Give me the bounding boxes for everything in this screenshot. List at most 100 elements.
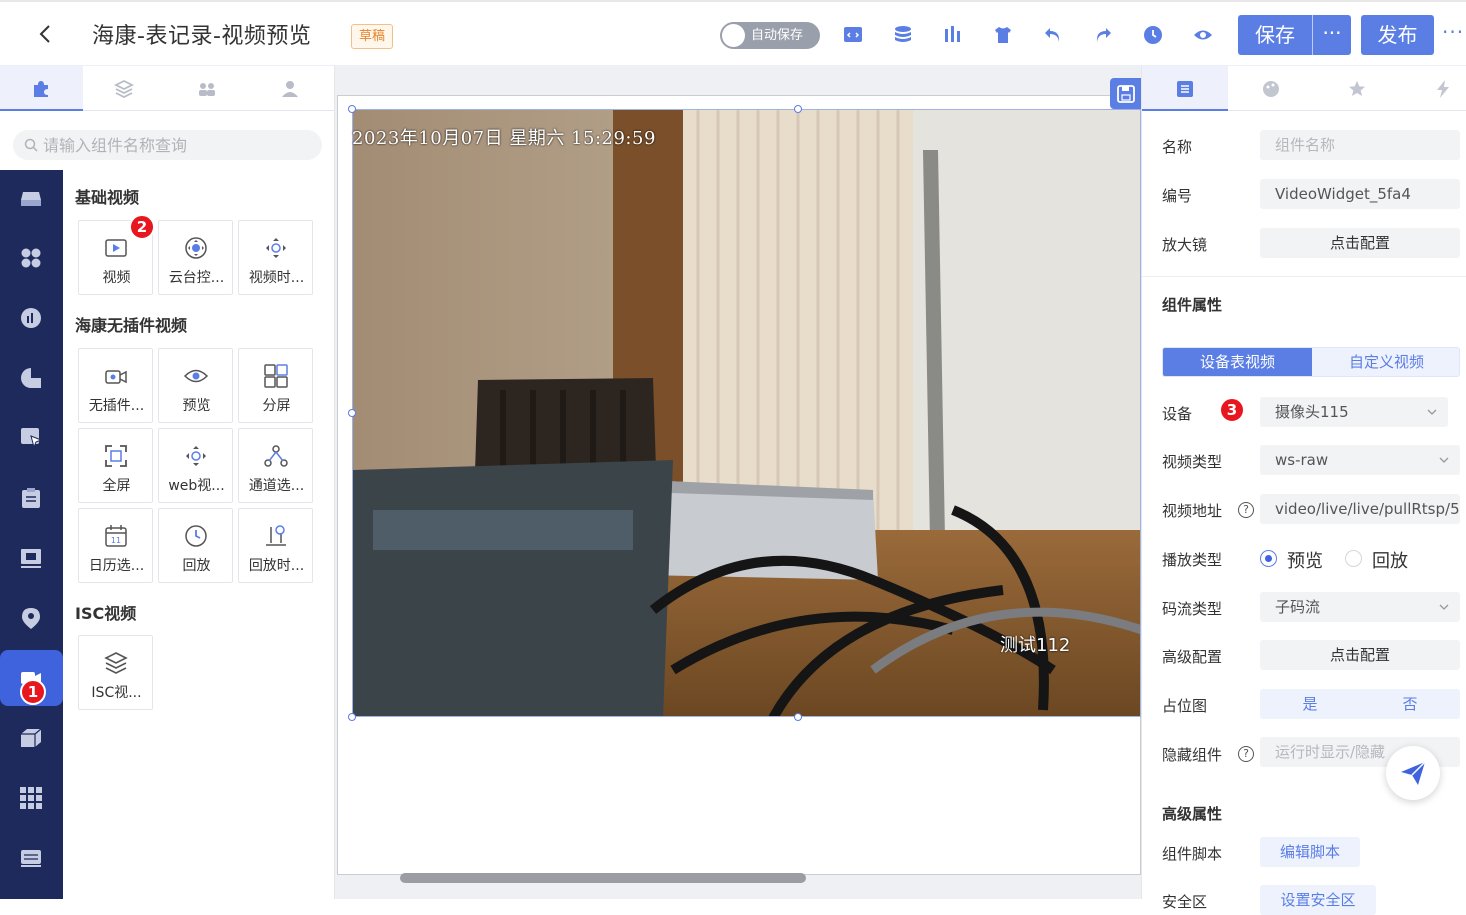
code-view-icon[interactable] bbox=[842, 24, 864, 46]
magnifier-config-button[interactable]: 点击配置 bbox=[1260, 228, 1460, 258]
video-type-select[interactable]: ws-raw bbox=[1260, 445, 1460, 475]
resize-handle-n[interactable] bbox=[794, 105, 802, 113]
tab-style[interactable] bbox=[1228, 66, 1314, 111]
toggle-knob bbox=[722, 24, 745, 47]
radio-playback-label: 回放 bbox=[1372, 551, 1408, 572]
device-select-value: 摄像头115 bbox=[1275, 403, 1349, 421]
more-menu-icon[interactable]: ··· bbox=[1442, 20, 1464, 44]
tab-components[interactable] bbox=[0, 66, 83, 111]
tab-layers[interactable] bbox=[83, 66, 166, 111]
advanced-config-button[interactable]: 点击配置 bbox=[1260, 640, 1460, 670]
component-label: ISC视... bbox=[91, 685, 142, 701]
step-badge-1: 1 bbox=[20, 679, 46, 705]
help-icon[interactable]: ? bbox=[1238, 502, 1254, 518]
preview-icon[interactable] bbox=[1192, 24, 1214, 46]
component-card-playback-time[interactable]: 回放时... bbox=[238, 508, 313, 583]
option-no[interactable]: 否 bbox=[1360, 689, 1460, 719]
stream-type-select[interactable]: 子码流 bbox=[1260, 592, 1460, 622]
video-address-input[interactable]: video/live/live/pullRtsp/57 bbox=[1260, 494, 1460, 524]
redo-icon[interactable] bbox=[1092, 24, 1114, 46]
nav-location[interactable] bbox=[0, 590, 63, 646]
search-input[interactable] bbox=[43, 130, 313, 160]
video-address-label: 视频地址 bbox=[1162, 502, 1223, 520]
canvas-horizontal-scrollbar[interactable] bbox=[400, 873, 806, 883]
nav-cube[interactable] bbox=[0, 710, 63, 766]
video-type-value: ws-raw bbox=[1275, 451, 1329, 469]
option-yes[interactable]: 是 bbox=[1260, 689, 1360, 719]
send-fab[interactable] bbox=[1386, 746, 1440, 800]
database-icon[interactable] bbox=[892, 24, 914, 46]
nav-pie[interactable] bbox=[0, 350, 63, 406]
nav-storage[interactable] bbox=[0, 170, 63, 226]
nav-screen[interactable] bbox=[0, 530, 63, 586]
tab-properties[interactable] bbox=[1142, 66, 1228, 111]
segment-device-video[interactable]: 设备表视频 bbox=[1163, 348, 1312, 376]
calendar-icon: 11 bbox=[105, 525, 127, 547]
component-label: web视... bbox=[168, 478, 225, 494]
play-type-label: 播放类型 bbox=[1162, 551, 1223, 569]
script-label: 组件脚本 bbox=[1162, 845, 1223, 863]
component-card-playback[interactable]: 回放 bbox=[158, 508, 233, 583]
hide-component-label: 隐藏组件 bbox=[1162, 746, 1223, 764]
nav-clipboard[interactable] bbox=[0, 470, 63, 526]
segment-custom-video[interactable]: 自定义视频 bbox=[1312, 348, 1459, 376]
tab-favorite[interactable] bbox=[1314, 66, 1400, 111]
help-icon[interactable]: ? bbox=[1238, 746, 1254, 762]
nav-chart[interactable] bbox=[0, 290, 63, 346]
camera-icon bbox=[105, 370, 127, 384]
component-card-web-video[interactable]: web视... bbox=[158, 428, 233, 503]
component-card-ptz[interactable]: 云台控... bbox=[158, 220, 233, 295]
tab-team[interactable] bbox=[166, 66, 249, 111]
chart-icon[interactable] bbox=[942, 24, 964, 46]
component-card-video-time[interactable]: 视频时... bbox=[238, 220, 313, 295]
nav-grid[interactable] bbox=[0, 770, 63, 826]
pointer-icon bbox=[21, 428, 43, 449]
resize-handle-s[interactable] bbox=[794, 713, 802, 721]
id-input[interactable]: VideoWidget_5fa4 bbox=[1260, 179, 1460, 209]
back-icon[interactable] bbox=[34, 22, 58, 46]
resize-handle-sw[interactable] bbox=[348, 713, 356, 721]
theme-icon[interactable] bbox=[992, 24, 1014, 46]
component-card-split[interactable]: 分屏 bbox=[238, 348, 313, 423]
name-input[interactable]: 组件名称 bbox=[1260, 130, 1460, 160]
nav-pointer[interactable] bbox=[0, 410, 63, 466]
video-widget[interactable] bbox=[352, 109, 1141, 717]
apps-icon bbox=[21, 248, 41, 268]
radio-preview[interactable] bbox=[1260, 550, 1277, 567]
component-card-preview[interactable]: 预览 bbox=[158, 348, 233, 423]
edit-script-button[interactable]: 编辑脚本 bbox=[1260, 837, 1360, 867]
autosave-toggle[interactable]: 自动保存 bbox=[720, 22, 820, 49]
component-card-fullscreen[interactable]: 全屏 bbox=[78, 428, 153, 503]
user-icon bbox=[282, 81, 298, 97]
tab-events[interactable] bbox=[1400, 66, 1466, 111]
save-button[interactable]: 保存 bbox=[1238, 15, 1312, 55]
publish-button[interactable]: 发布 bbox=[1361, 15, 1434, 55]
safe-area-button[interactable]: 设置安全区 bbox=[1260, 885, 1376, 915]
component-properties-title: 组件属性 bbox=[1162, 296, 1223, 314]
component-card-no-plugin[interactable]: 无插件... bbox=[78, 348, 153, 423]
save-more-button[interactable]: ··· bbox=[1313, 15, 1351, 55]
component-card-isc[interactable]: ISC视... bbox=[78, 635, 153, 710]
advanced-properties-title: 高级属性 bbox=[1162, 805, 1223, 823]
component-card-channel[interactable]: 通道选... bbox=[238, 428, 313, 503]
tab-user[interactable] bbox=[249, 66, 332, 111]
radio-playback[interactable] bbox=[1345, 550, 1362, 567]
device-select[interactable]: 摄像头115 bbox=[1260, 397, 1448, 427]
nav-apps[interactable] bbox=[0, 230, 63, 286]
pie-icon bbox=[21, 368, 41, 388]
location-icon bbox=[22, 608, 40, 629]
list-icon bbox=[1177, 81, 1193, 97]
resize-handle-nw[interactable] bbox=[348, 105, 356, 113]
undo-icon[interactable] bbox=[1042, 24, 1064, 46]
component-card-calendar[interactable]: 11 日历选... bbox=[78, 508, 153, 583]
history-icon[interactable] bbox=[1142, 24, 1164, 46]
canvas-save-button[interactable] bbox=[1110, 78, 1141, 109]
chart-icon bbox=[21, 308, 41, 328]
nav-keyboard[interactable] bbox=[0, 830, 63, 886]
lightning-icon bbox=[1437, 80, 1449, 98]
video-timestamp: 2023年10月07日 星期六 15:29:59 bbox=[352, 128, 656, 149]
component-label: 回放时... bbox=[248, 558, 305, 574]
resize-handle-w[interactable] bbox=[348, 409, 356, 417]
left-nav: 1 bbox=[0, 170, 63, 899]
video-frame-image bbox=[353, 110, 1140, 716]
